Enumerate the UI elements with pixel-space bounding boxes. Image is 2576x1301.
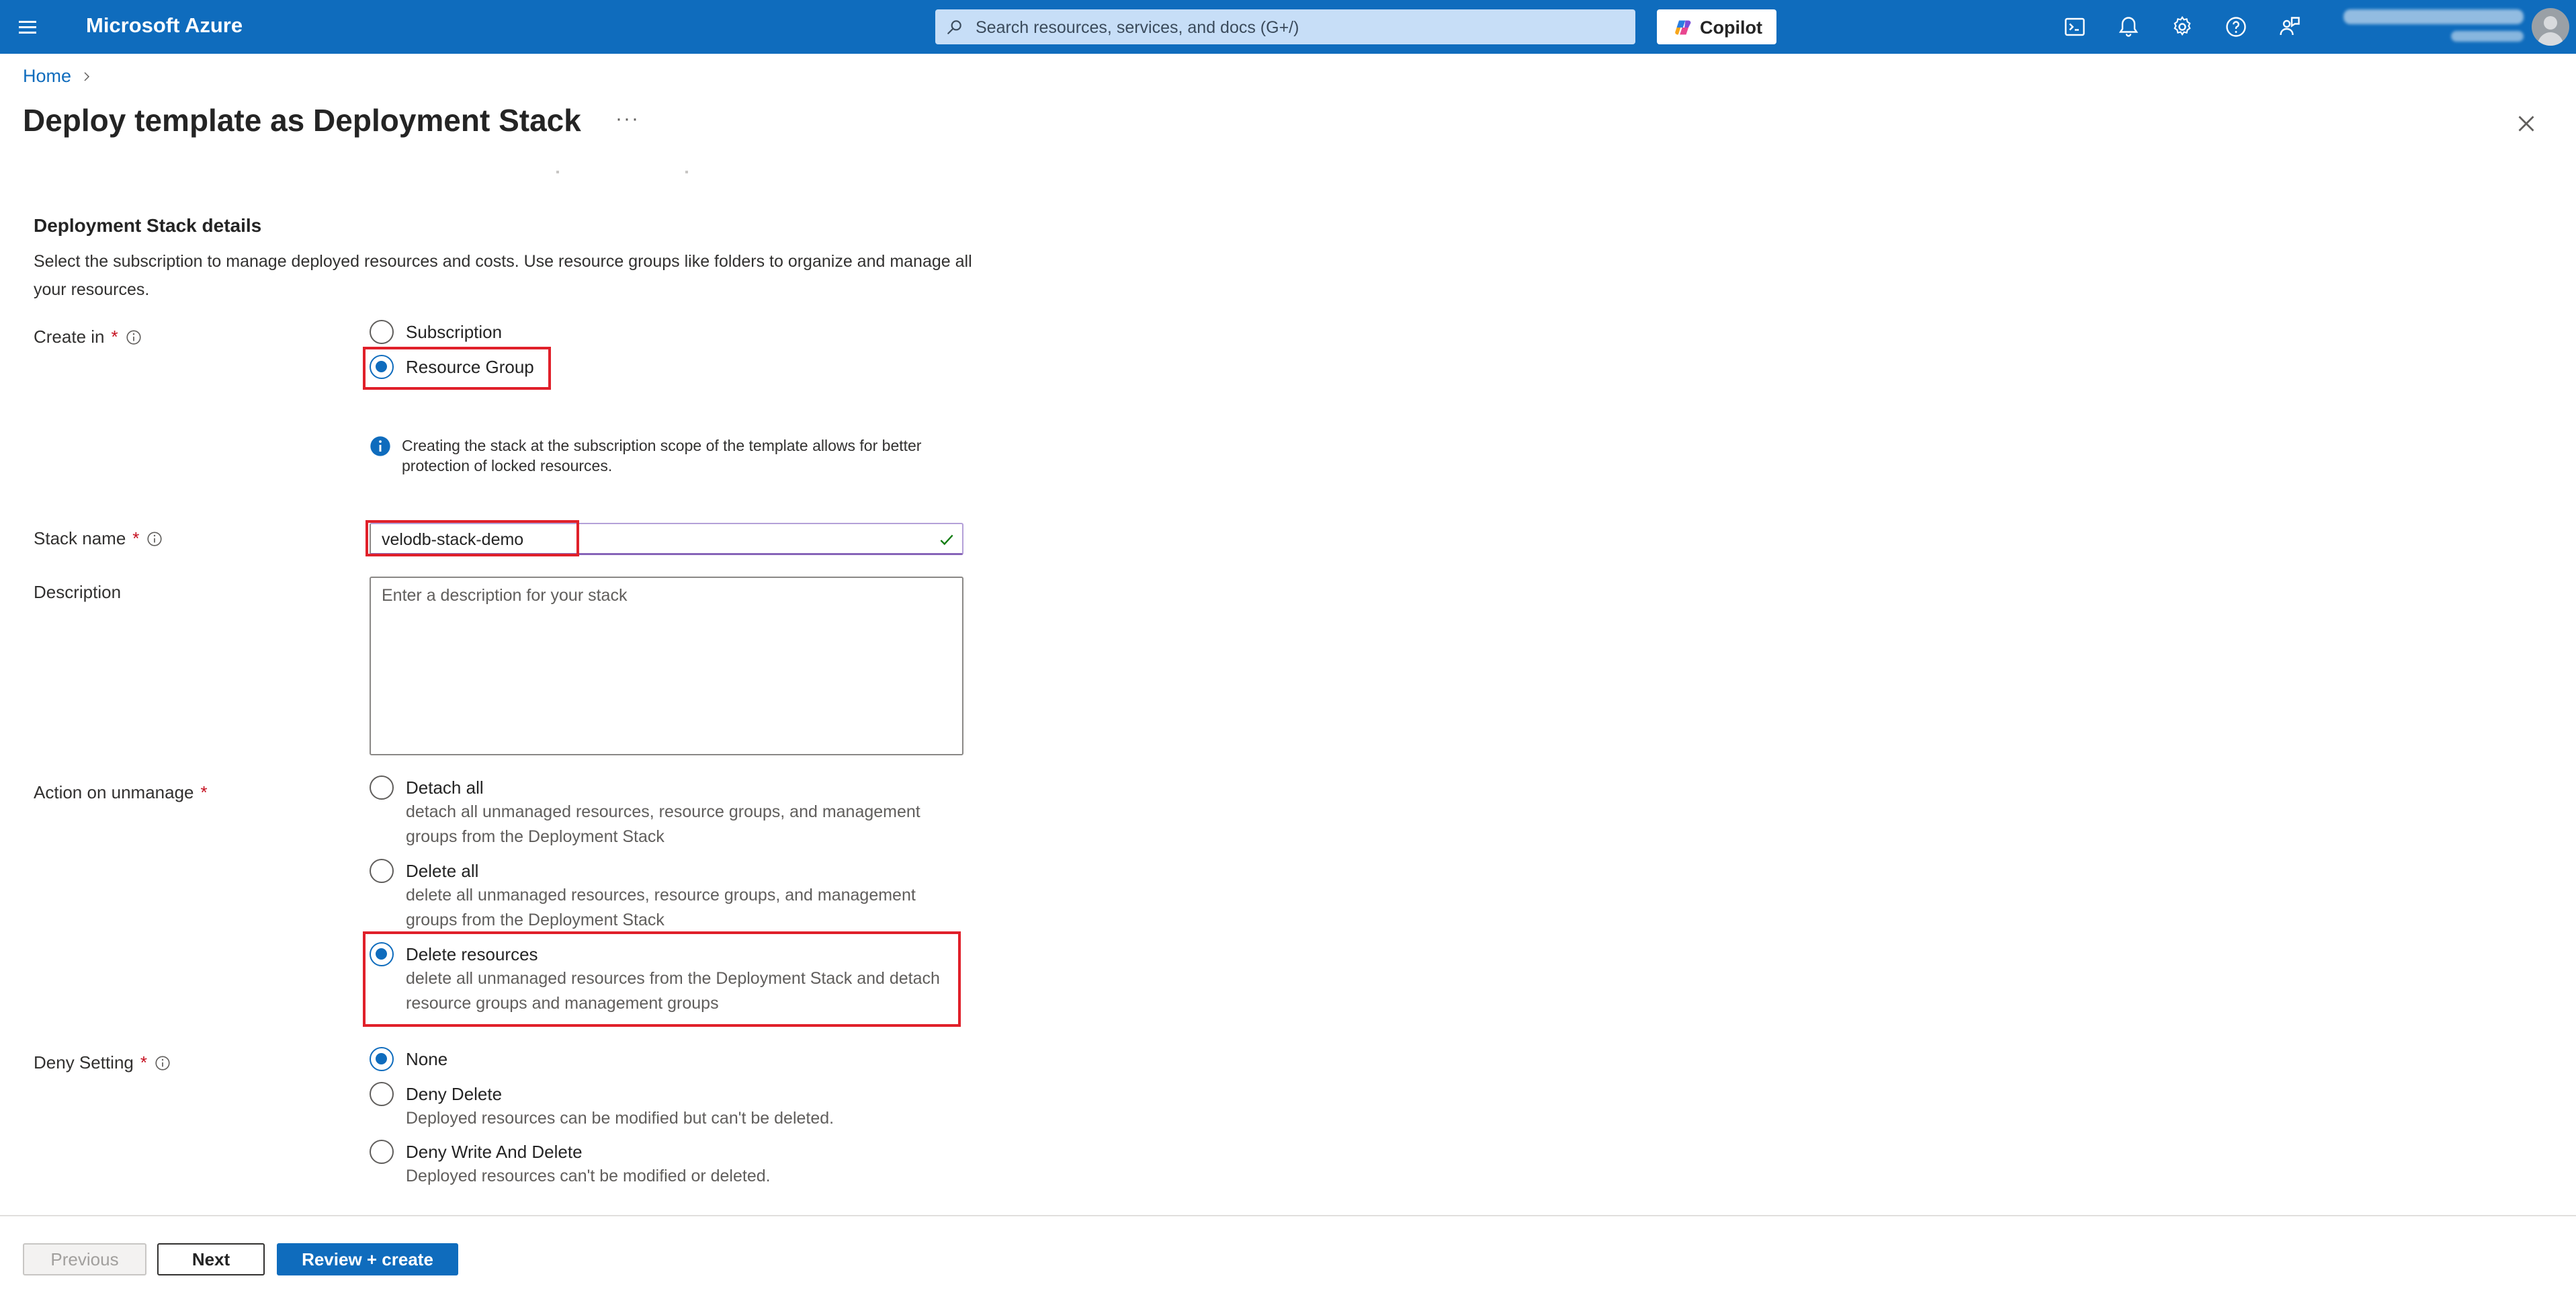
brand-title[interactable]: Microsoft Azure [86,13,243,38]
review-create-button[interactable]: Review + create [277,1243,458,1275]
highlight-box [363,347,551,390]
copilot-button[interactable]: Copilot [1657,9,1776,44]
info-icon[interactable] [125,329,142,346]
action-on-unmanage-label: Action on unmanage * [34,782,208,802]
highlight-box [363,931,961,1027]
highlight-box [366,520,579,556]
radio-deny-delete[interactable]: Deny Delete Deployed resources can be mo… [370,1082,970,1131]
radio-circle[interactable] [370,1140,394,1164]
bell-icon[interactable] [2116,15,2141,39]
description-textarea[interactable]: Enter a description for your stack [370,577,963,755]
account-email-blurred [2344,9,2524,24]
radio-circle[interactable] [370,320,394,344]
info-icon[interactable] [154,1054,171,1072]
account-org-blurred [2451,31,2524,42]
close-icon[interactable] [2514,112,2538,136]
checkmark-icon [940,534,953,546]
search-icon [947,20,961,34]
radio-circle[interactable] [370,775,394,800]
copilot-label: Copilot [1700,17,1762,38]
user-avatar-icon [2537,16,2564,46]
previous-button[interactable]: Previous [23,1243,146,1275]
info-filled-icon [370,436,390,456]
create-in-label: Create in * [34,327,142,347]
section-title: Deployment Stack details [34,215,262,236]
section-description: Select the subscription to manage deploy… [34,252,972,299]
radio-deny-write-and-delete[interactable]: Deny Write And Delete Deployed resources… [370,1140,970,1189]
copilot-icon [1675,20,1691,35]
info-icon[interactable] [146,530,163,548]
tab-fragment [556,171,559,173]
radio-deny-none[interactable]: None [370,1047,447,1071]
more-options-icon[interactable]: ··· [615,108,640,130]
top-bar: Microsoft Azure Search resources, servic… [0,0,2576,54]
feedback-icon[interactable] [2278,15,2302,39]
next-button[interactable]: Next [157,1243,265,1275]
global-search-input[interactable]: Search resources, services, and docs (G+… [935,9,1635,44]
hamburger-menu-icon[interactable] [15,15,39,39]
footer-bar: Previous Next Review + create [0,1215,2576,1301]
stack-name-label: Stack name * [34,528,163,549]
radio-subscription[interactable]: Subscription [370,320,502,344]
radio-circle[interactable] [370,859,394,883]
breadcrumb: Home [23,66,93,87]
tab-fragment [685,171,688,173]
radio-circle[interactable] [370,1047,394,1071]
avatar[interactable] [2532,8,2569,46]
description-label: Description [34,582,122,602]
page-title: Deploy template as Deployment Stack [23,103,581,138]
info-note: Creating the stack at the subscription s… [370,435,939,476]
breadcrumb-home-link[interactable]: Home [23,66,71,87]
help-icon[interactable] [2224,15,2248,39]
cloud-shell-icon[interactable] [2063,15,2087,39]
chevron-right-icon [84,71,90,81]
search-placeholder: Search resources, services, and docs (G+… [976,18,1299,37]
radio-circle[interactable] [370,1082,394,1106]
radio-detach-all[interactable]: Detach all detach all unmanaged resource… [370,775,970,849]
deny-setting-label: Deny Setting * [34,1052,171,1073]
gear-icon[interactable] [2170,15,2194,39]
description-placeholder: Enter a description for your stack [382,586,628,605]
account-info[interactable] [2344,7,2524,47]
radio-delete-all[interactable]: Delete all delete all unmanaged resource… [370,859,970,933]
